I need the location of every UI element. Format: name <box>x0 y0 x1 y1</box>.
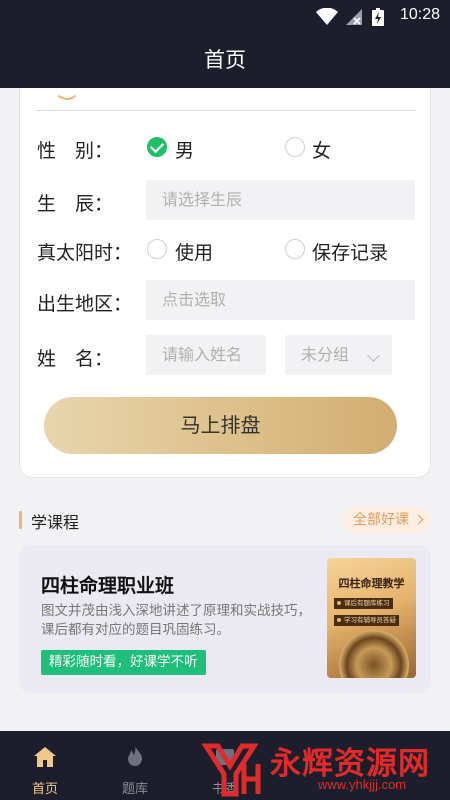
start-chart-button[interactable]: 马上排盘 <box>44 397 397 454</box>
birth-time-label: 生 辰： <box>37 193 114 215</box>
gender-label: 性 别： <box>37 140 114 162</box>
birthplace-label: 出生地区： <box>37 293 133 315</box>
status-bar: 10:28 <box>0 0 450 32</box>
watermark-logo-icon <box>201 743 261 797</box>
section-title: 学课程 <box>31 513 80 532</box>
solar-time-use-radio[interactable] <box>147 239 167 259</box>
clock: 10:28 <box>399 6 440 23</box>
decorative-arc <box>54 74 80 100</box>
flame-icon <box>128 746 142 766</box>
save-record-label[interactable]: 保存记录 <box>312 238 388 265</box>
save-record-radio[interactable] <box>285 239 305 259</box>
course-description: 图文并茂由浅入深地讲述了原理和实战技巧，课后都有对应的题目巩固练习。 <box>41 603 311 638</box>
compass-disc-image <box>339 630 409 678</box>
home-icon <box>34 747 56 767</box>
tab-question-bank[interactable]: 题库 <box>90 731 180 800</box>
tab-home[interactable]: 首页 <box>0 731 90 800</box>
course-card[interactable]: 四柱命理职业班 图文并茂由浅入深地讲述了原理和实战技巧，课后都有对应的题目巩固练… <box>19 545 431 693</box>
divider <box>36 110 416 111</box>
courses-section-header: 学课程 全部好课 <box>19 507 431 533</box>
course-tag: 精彩随时看，好课学不听 <box>41 650 206 675</box>
tab-question-bank-label: 题库 <box>121 782 148 797</box>
chart-input-card: 性 别： 男 女 生 辰： 请选择生辰 真太阳时： 使用 保存记录 出生地区： … <box>19 88 431 478</box>
group-select[interactable]: 未分组 <box>285 335 392 375</box>
all-courses-link[interactable]: 全部好课 <box>343 507 431 533</box>
thumbnail-title: 四柱命理教学 <box>338 577 405 590</box>
section-accent-bar <box>19 511 22 529</box>
birth-time-field[interactable]: 请选择生辰 <box>146 180 415 220</box>
solar-time-use-label[interactable]: 使用 <box>175 238 213 265</box>
gender-male-label[interactable]: 男 <box>175 136 194 163</box>
chevron-down-icon <box>367 349 380 362</box>
course-thumbnail: 四柱命理教学 课后有题库练习 学习有辅导员答疑 <box>327 558 416 678</box>
gender-female-radio[interactable] <box>285 137 305 157</box>
name-label: 姓 名： <box>37 348 114 370</box>
course-title: 四柱命理职业班 <box>41 575 175 597</box>
birthplace-field[interactable]: 点击选取 <box>146 280 415 320</box>
name-input[interactable]: 请输入姓名 <box>146 335 266 375</box>
tab-home-label: 首页 <box>31 782 58 797</box>
gender-female-label[interactable]: 女 <box>312 136 331 163</box>
thumbnail-line-2: 学习有辅导员答疑 <box>334 615 399 626</box>
solar-time-label: 真太阳时： <box>37 242 133 264</box>
watermark-url: www.yhkjjj.com <box>318 777 407 792</box>
wifi-icon <box>316 8 338 25</box>
watermark: 永辉资源网 www.yhkjjj.com <box>198 736 450 800</box>
thumbnail-line-1: 课后有题库练习 <box>334 598 393 609</box>
all-courses-label: 全部好课 <box>353 512 409 528</box>
group-select-value: 未分组 <box>301 345 350 364</box>
chevron-right-icon <box>413 514 424 525</box>
gender-male-radio[interactable] <box>147 137 167 157</box>
battery-icon <box>372 8 384 26</box>
signal-icon <box>346 9 362 25</box>
